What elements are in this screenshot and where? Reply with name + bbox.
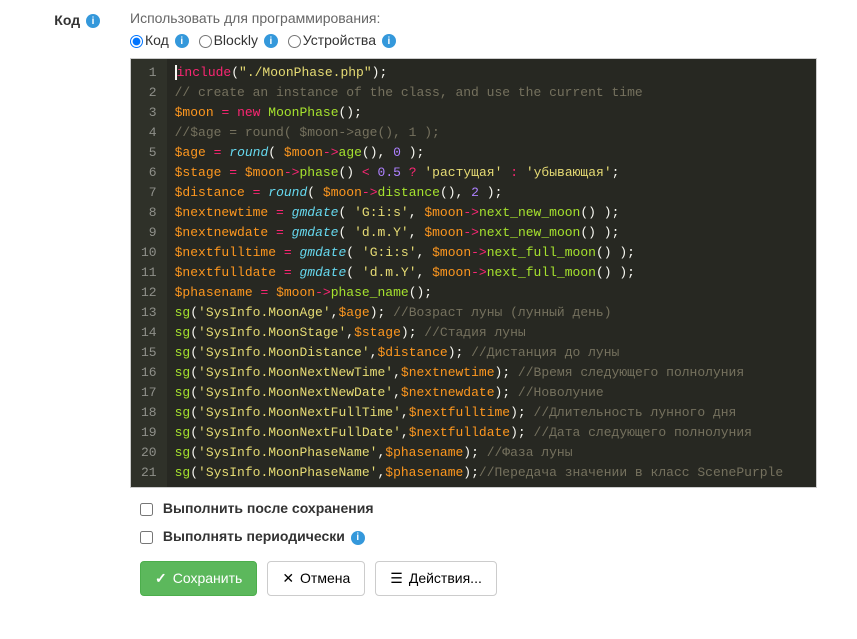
code-content[interactable]: include("./MoonPhase.php");// create an …	[167, 59, 816, 487]
code-line[interactable]: $nextnewtime = gmdate( 'G:i:s', $moon->n…	[175, 203, 808, 223]
line-number: 20	[141, 443, 157, 463]
info-icon[interactable]: i	[351, 531, 365, 545]
code-line[interactable]: $phasename = $moon->phase_name();	[175, 283, 808, 303]
code-line[interactable]: include("./MoonPhase.php");	[175, 63, 808, 83]
line-number: 12	[141, 283, 157, 303]
cancel-button[interactable]: Отмена	[267, 561, 365, 596]
checkbox-run-after-save-label[interactable]: Выполнить после сохранения	[163, 500, 374, 516]
code-line[interactable]: sg('SysInfo.MoonPhaseName',$phasename);/…	[175, 463, 808, 483]
line-number: 9	[141, 223, 157, 243]
line-number: 21	[141, 463, 157, 483]
line-number: 7	[141, 183, 157, 203]
line-number-gutter: 123456789101112131415161718192021	[131, 59, 167, 487]
line-number: 11	[141, 263, 157, 283]
code-line[interactable]: // create an instance of the class, and …	[175, 83, 808, 103]
code-line[interactable]: $stage = $moon->phase() < 0.5 ? 'растуща…	[175, 163, 808, 183]
line-number: 4	[141, 123, 157, 143]
line-number: 10	[141, 243, 157, 263]
code-line[interactable]: $nextfulltime = gmdate( 'G:i:s', $moon->…	[175, 243, 808, 263]
radio-code[interactable]: Код i	[130, 32, 189, 48]
menu-icon	[390, 570, 403, 587]
field-label: Код	[54, 12, 80, 28]
code-line[interactable]: sg('SysInfo.MoonNextNewDate',$nextnewdat…	[175, 383, 808, 403]
line-number: 6	[141, 163, 157, 183]
checkbox-run-periodically[interactable]	[140, 531, 153, 544]
line-number: 15	[141, 343, 157, 363]
code-line[interactable]: $nextfulldate = gmdate( 'd.m.Y', $moon->…	[175, 263, 808, 283]
code-line[interactable]: sg('SysInfo.MoonStage',$stage); //Стадия…	[175, 323, 808, 343]
code-line[interactable]: sg('SysInfo.MoonNextFullDate',$nextfulld…	[175, 423, 808, 443]
code-line[interactable]: $moon = new MoonPhase();	[175, 103, 808, 123]
actions-button[interactable]: Действия...	[375, 561, 497, 596]
line-number: 16	[141, 363, 157, 383]
close-icon	[282, 570, 294, 587]
info-icon[interactable]: i	[382, 34, 396, 48]
line-number: 19	[141, 423, 157, 443]
info-icon[interactable]: i	[264, 34, 278, 48]
save-button[interactable]: Сохранить	[140, 561, 257, 596]
line-number: 1	[141, 63, 157, 83]
checkbox-run-after-save[interactable]	[140, 503, 153, 516]
checkbox-run-periodically-label[interactable]: Выполнять периодически	[163, 528, 345, 544]
code-line[interactable]: sg('SysInfo.MoonPhaseName',$phasename); …	[175, 443, 808, 463]
code-line[interactable]: $nextnewdate = gmdate( 'd.m.Y', $moon->n…	[175, 223, 808, 243]
radio-devices[interactable]: Устройства i	[288, 32, 396, 48]
code-line[interactable]: sg('SysInfo.MoonDistance',$distance); //…	[175, 343, 808, 363]
line-number: 18	[141, 403, 157, 423]
code-line[interactable]: sg('SysInfo.MoonNextFullTime',$nextfullt…	[175, 403, 808, 423]
code-editor[interactable]: 123456789101112131415161718192021 includ…	[130, 58, 817, 488]
radio-group: Код i Blockly i Устройства i	[130, 32, 817, 48]
code-line[interactable]: sg('SysInfo.MoonAge',$age); //Возраст лу…	[175, 303, 808, 323]
line-number: 2	[141, 83, 157, 103]
line-number: 13	[141, 303, 157, 323]
radio-blockly-input[interactable]	[199, 35, 212, 48]
radio-devices-input[interactable]	[288, 35, 301, 48]
code-line[interactable]: $distance = round( $moon->distance(), 2 …	[175, 183, 808, 203]
radio-code-input[interactable]	[130, 35, 143, 48]
info-icon[interactable]: i	[175, 34, 189, 48]
code-line[interactable]: sg('SysInfo.MoonNextNewTime',$nextnewtim…	[175, 363, 808, 383]
check-icon	[155, 570, 167, 587]
line-number: 14	[141, 323, 157, 343]
line-number: 5	[141, 143, 157, 163]
code-line[interactable]: $age = round( $moon->age(), 0 );	[175, 143, 808, 163]
code-line[interactable]: //$age = round( $moon->age(), 1 );	[175, 123, 808, 143]
info-icon[interactable]: i	[86, 14, 100, 28]
hint-text: Использовать для программирования:	[130, 10, 817, 26]
line-number: 8	[141, 203, 157, 223]
line-number: 17	[141, 383, 157, 403]
line-number: 3	[141, 103, 157, 123]
radio-blockly[interactable]: Blockly i	[199, 32, 278, 48]
